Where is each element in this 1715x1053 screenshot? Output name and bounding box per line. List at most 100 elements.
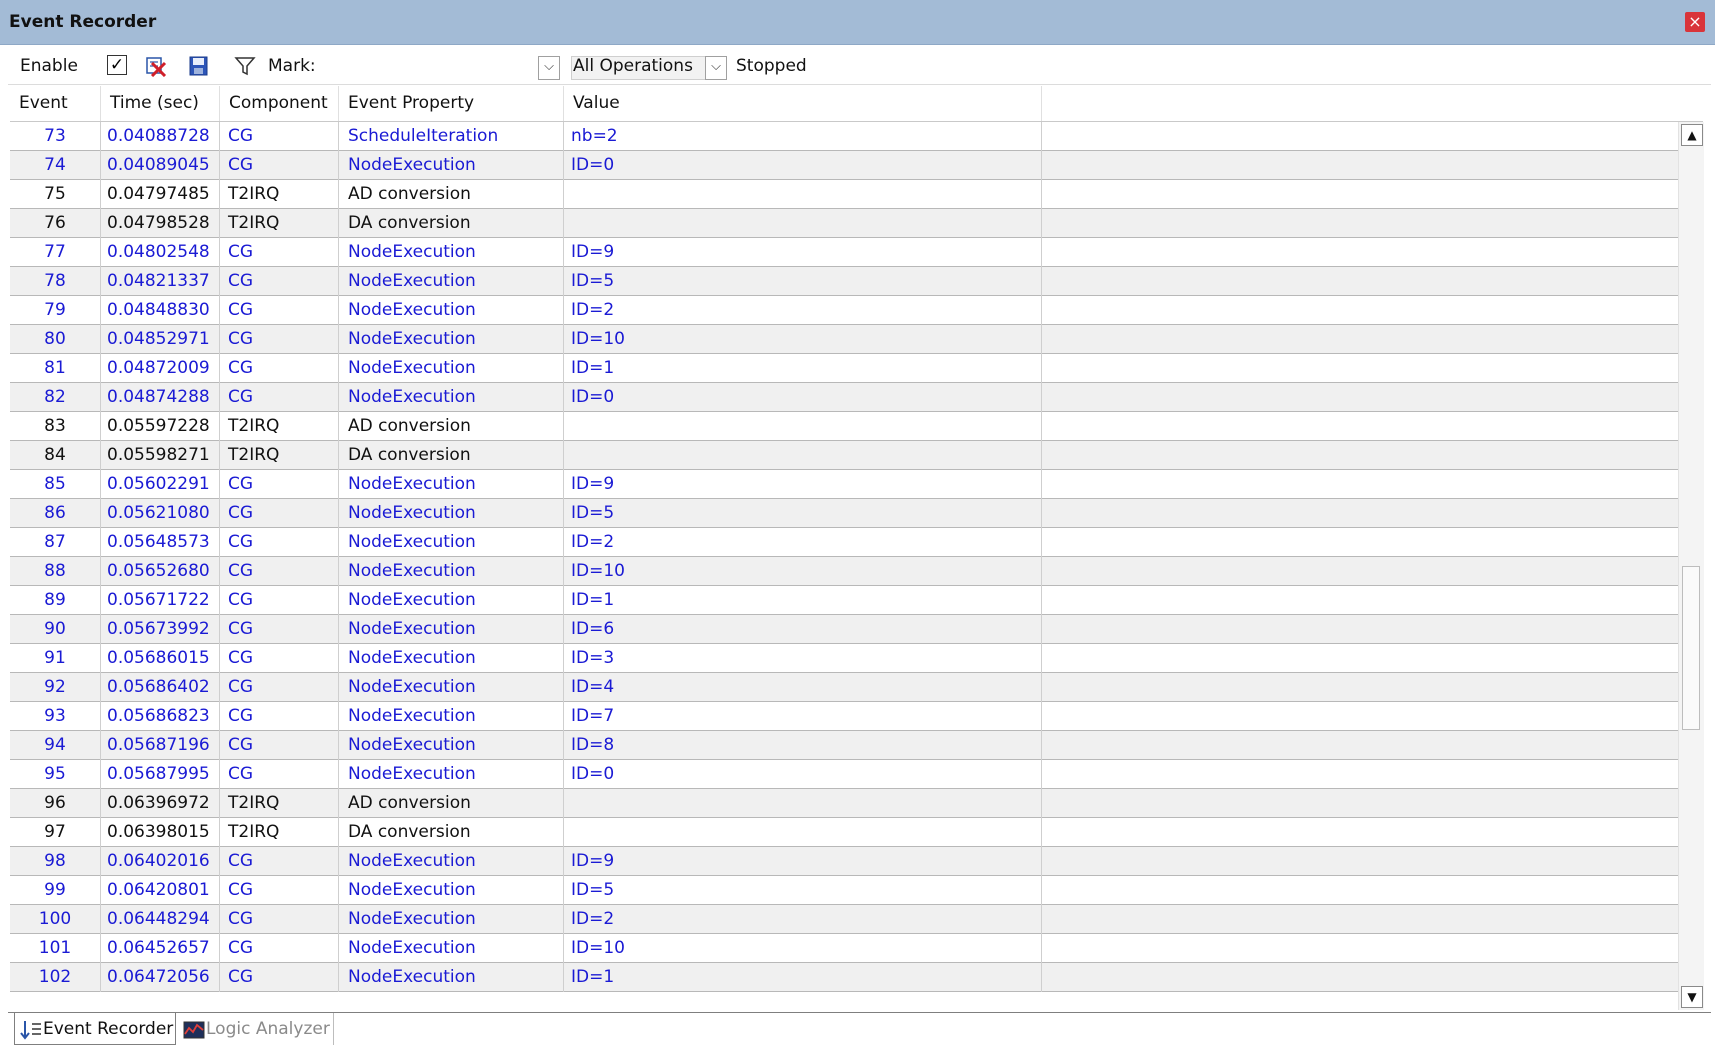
event-cell: 73 [10, 122, 101, 151]
event-property-cell: NodeExecution [339, 615, 564, 644]
event-property-cell: AD conversion [339, 412, 564, 441]
event-property-cell: DA conversion [339, 441, 564, 470]
table-row[interactable]: 74 0.04089045 CG NodeExecution ID=0 [10, 151, 1678, 180]
table-row[interactable]: 76 0.04798528 T2IRQ DA conversion [10, 209, 1678, 238]
tab-logic-analyzer[interactable]: Logic Analyzer [178, 1013, 334, 1045]
component-cell: CG [220, 673, 339, 702]
time-cell: 0.05597228 [101, 412, 220, 441]
table-row[interactable]: 85 0.05602291 CG NodeExecution ID=9 [10, 470, 1678, 499]
component-cell: T2IRQ [220, 180, 339, 209]
table-row[interactable]: 84 0.05598271 T2IRQ DA conversion [10, 441, 1678, 470]
event-property-cell: NodeExecution [339, 905, 564, 934]
scrollbar-thumb[interactable] [1682, 566, 1700, 730]
table-row[interactable]: 93 0.05686823 CG NodeExecution ID=7 [10, 702, 1678, 731]
time-cell: 0.06472056 [101, 963, 220, 992]
table-row[interactable]: 97 0.06398015 T2IRQ DA conversion [10, 818, 1678, 847]
enable-checkbox[interactable]: ✓ [107, 55, 127, 75]
table-row[interactable]: 83 0.05597228 T2IRQ AD conversion [10, 412, 1678, 441]
time-cell: 0.06402016 [101, 847, 220, 876]
time-cell: 0.06398015 [101, 818, 220, 847]
table-row[interactable]: 91 0.05686015 CG NodeExecution ID=3 [10, 644, 1678, 673]
event-property-cell: NodeExecution [339, 847, 564, 876]
event-property-cell: NodeExecution [339, 934, 564, 963]
event-cell: 97 [10, 818, 101, 847]
value-cell: ID=10 [564, 557, 1042, 586]
table-row[interactable]: 99 0.06420801 CG NodeExecution ID=5 [10, 876, 1678, 905]
table-row[interactable]: 89 0.05671722 CG NodeExecution ID=1 [10, 586, 1678, 615]
save-icon[interactable] [187, 55, 211, 77]
table-header: Event Time (sec) Component Event Propert… [10, 86, 1703, 122]
value-cell [564, 818, 1042, 847]
table-row[interactable]: 94 0.05687196 CG NodeExecution ID=8 [10, 731, 1678, 760]
event-cell: 87 [10, 528, 101, 557]
filler-cell [1042, 876, 1678, 905]
filler-cell [1042, 325, 1678, 354]
time-cell: 0.06452657 [101, 934, 220, 963]
table-row[interactable]: 75 0.04797485 T2IRQ AD conversion [10, 180, 1678, 209]
column-header-event[interactable]: Event [10, 86, 101, 121]
column-header-value[interactable]: Value [564, 86, 1042, 121]
table-row[interactable]: 79 0.04848830 CG NodeExecution ID=2 [10, 296, 1678, 325]
scroll-up-icon[interactable]: ▲ [1681, 124, 1703, 146]
vertical-scrollbar[interactable]: ▲ ▼ [1678, 122, 1704, 1010]
event-property-cell: NodeExecution [339, 731, 564, 760]
table-row[interactable]: 80 0.04852971 CG NodeExecution ID=10 [10, 325, 1678, 354]
table-row[interactable]: 82 0.04874288 CG NodeExecution ID=0 [10, 383, 1678, 412]
window-title: Event Recorder [9, 12, 157, 32]
table-row[interactable]: 77 0.04802548 CG NodeExecution ID=9 [10, 238, 1678, 267]
table-row[interactable]: 92 0.05686402 CG NodeExecution ID=4 [10, 673, 1678, 702]
table-row[interactable]: 101 0.06452657 CG NodeExecution ID=10 [10, 934, 1678, 963]
event-cell: 76 [10, 209, 101, 238]
filler-cell [1042, 267, 1678, 296]
enable-label: Enable [20, 56, 78, 76]
event-property-cell: NodeExecution [339, 760, 564, 789]
table-row[interactable]: 87 0.05648573 CG NodeExecution ID=2 [10, 528, 1678, 557]
table-row[interactable]: 98 0.06402016 CG NodeExecution ID=9 [10, 847, 1678, 876]
table-row[interactable]: 73 0.04088728 CG ScheduleIteration nb=2 [10, 122, 1678, 151]
value-cell: ID=1 [564, 354, 1042, 383]
component-cell: CG [220, 963, 339, 992]
time-cell: 0.05673992 [101, 615, 220, 644]
mark-dropdown-arrow-icon[interactable]: ⌵ [538, 56, 560, 80]
table-row[interactable]: 78 0.04821337 CG NodeExecution ID=5 [10, 267, 1678, 296]
scroll-down-icon[interactable]: ▼ [1681, 986, 1703, 1008]
column-header-component[interactable]: Component [220, 86, 339, 121]
table-row[interactable]: 95 0.05687995 CG NodeExecution ID=0 [10, 760, 1678, 789]
event-cell: 95 [10, 760, 101, 789]
table-row[interactable]: 81 0.04872009 CG NodeExecution ID=1 [10, 354, 1678, 383]
table-row[interactable]: 88 0.05652680 CG NodeExecution ID=10 [10, 557, 1678, 586]
event-cell: 102 [10, 963, 101, 992]
event-property-cell: NodeExecution [339, 702, 564, 731]
filler-cell [1042, 789, 1678, 818]
time-cell: 0.04872009 [101, 354, 220, 383]
event-cell: 100 [10, 905, 101, 934]
table-row[interactable]: 96 0.06396972 T2IRQ AD conversion [10, 789, 1678, 818]
table-row[interactable]: 100 0.06448294 CG NodeExecution ID=2 [10, 905, 1678, 934]
time-cell: 0.06448294 [101, 905, 220, 934]
value-cell: ID=5 [564, 499, 1042, 528]
table-row[interactable]: 102 0.06472056 CG NodeExecution ID=1 [10, 963, 1678, 992]
event-cell: 80 [10, 325, 101, 354]
column-header-event-property[interactable]: Event Property [339, 86, 564, 121]
column-header-time[interactable]: Time (sec) [101, 86, 220, 121]
title-bar: Event Recorder × [0, 0, 1715, 45]
filter-icon[interactable] [234, 55, 258, 77]
filler-cell [1042, 702, 1678, 731]
value-cell: ID=10 [564, 934, 1042, 963]
component-cell: T2IRQ [220, 209, 339, 238]
filler-cell [1042, 615, 1678, 644]
component-cell: T2IRQ [220, 441, 339, 470]
close-icon[interactable]: × [1685, 12, 1705, 32]
event-cell: 85 [10, 470, 101, 499]
operations-select-value[interactable]: All Operations [573, 48, 693, 84]
component-cell: CG [220, 267, 339, 296]
tab-event-recorder[interactable]: Event Recorder [14, 1013, 176, 1045]
operations-dropdown-arrow-icon[interactable]: ⌵ [705, 56, 727, 80]
clear-events-icon[interactable] [144, 55, 168, 78]
filler-cell [1042, 934, 1678, 963]
filler-cell [1042, 905, 1678, 934]
component-cell: CG [220, 934, 339, 963]
table-row[interactable]: 90 0.05673992 CG NodeExecution ID=6 [10, 615, 1678, 644]
filler-cell [1042, 963, 1678, 992]
table-row[interactable]: 86 0.05621080 CG NodeExecution ID=5 [10, 499, 1678, 528]
